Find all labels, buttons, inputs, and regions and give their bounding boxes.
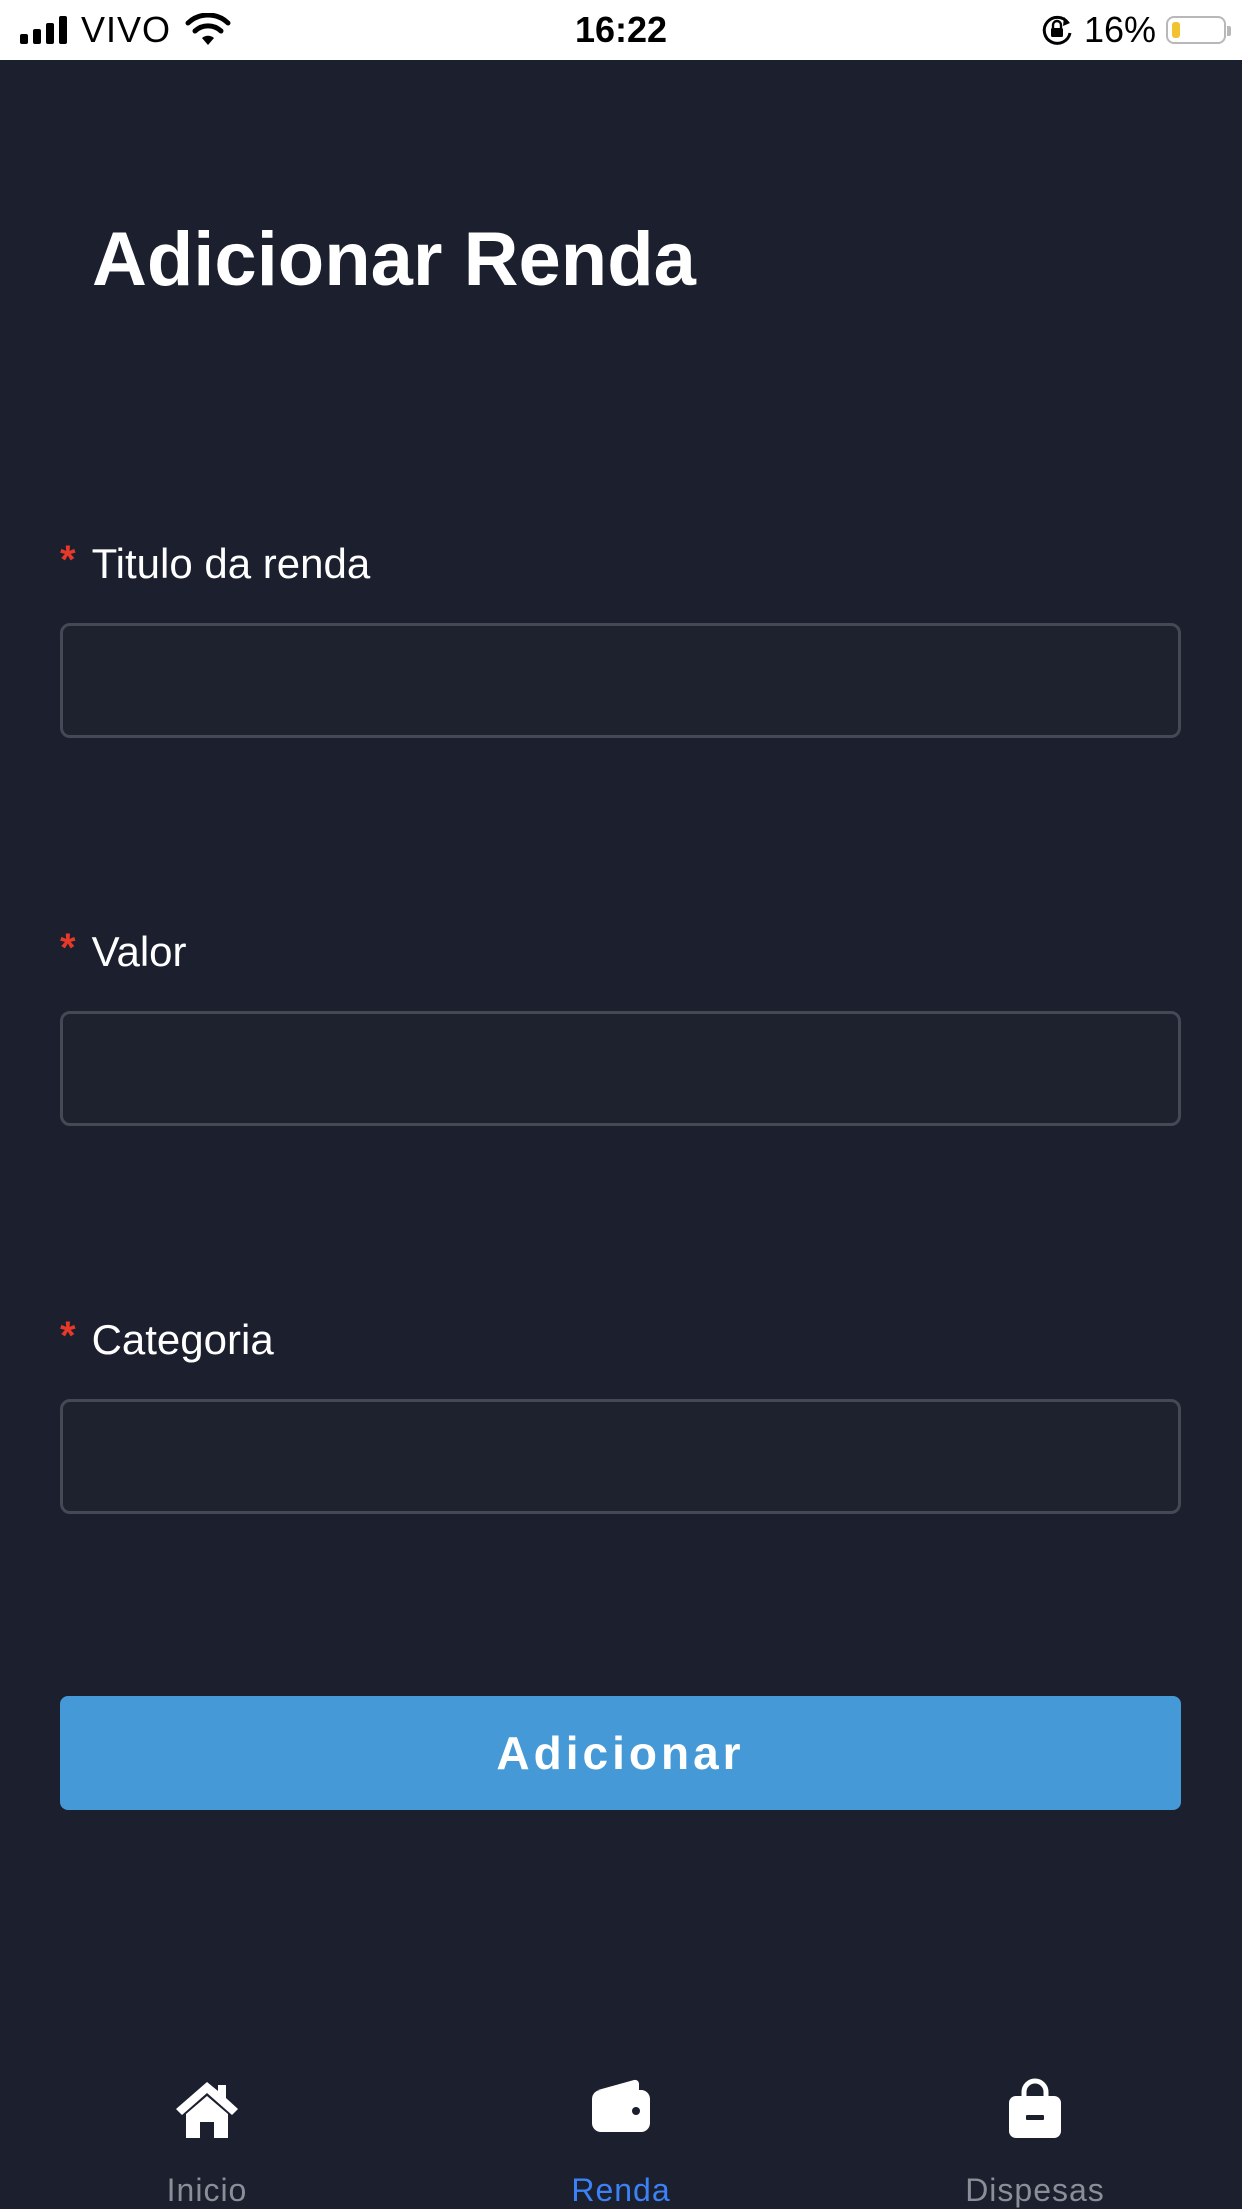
wallet-icon: [592, 2079, 650, 2132]
required-asterisk: *: [60, 1314, 76, 1358]
tab-dispesas[interactable]: Dispesas: [828, 2060, 1242, 2208]
value-input[interactable]: [60, 1011, 1181, 1126]
shopping-bag-icon: [1009, 2078, 1061, 2138]
status-right: 16%: [1040, 0, 1231, 60]
tab-inicio-label: Inicio: [166, 2172, 248, 2208]
battery-percentage: 16%: [1083, 9, 1156, 50]
required-asterisk: *: [60, 926, 76, 970]
orientation-lock-icon: [1042, 15, 1072, 45]
battery-icon: [1166, 16, 1231, 44]
value-field-label: * Valor: [60, 924, 187, 980]
page-title: Adicionar Renda: [92, 217, 696, 302]
status-bar: VIVO 16:22 16%: [0, 0, 1242, 60]
add-button[interactable]: Adicionar: [60, 1696, 1181, 1810]
tab-renda-label: Renda: [571, 2172, 671, 2208]
category-input[interactable]: [60, 1399, 1181, 1514]
home-icon: [176, 2082, 238, 2138]
category-field-label-text: Categoria: [91, 1316, 274, 1363]
tab-inicio[interactable]: Inicio: [0, 2060, 414, 2208]
tab-dispesas-label: Dispesas: [965, 2172, 1105, 2208]
title-field-label: * Titulo da renda: [60, 536, 370, 592]
category-field-label: * Categoria: [60, 1312, 274, 1368]
battery-level-fill: [1172, 22, 1180, 38]
value-field-label-text: Valor: [91, 928, 187, 975]
bottom-tab-bar: Inicio Renda Dispesas: [0, 2060, 1242, 2208]
title-field-label-text: Titulo da renda: [91, 540, 371, 587]
required-asterisk: *: [60, 538, 76, 582]
tab-renda[interactable]: Renda: [414, 2060, 828, 2208]
title-input[interactable]: [60, 623, 1181, 738]
